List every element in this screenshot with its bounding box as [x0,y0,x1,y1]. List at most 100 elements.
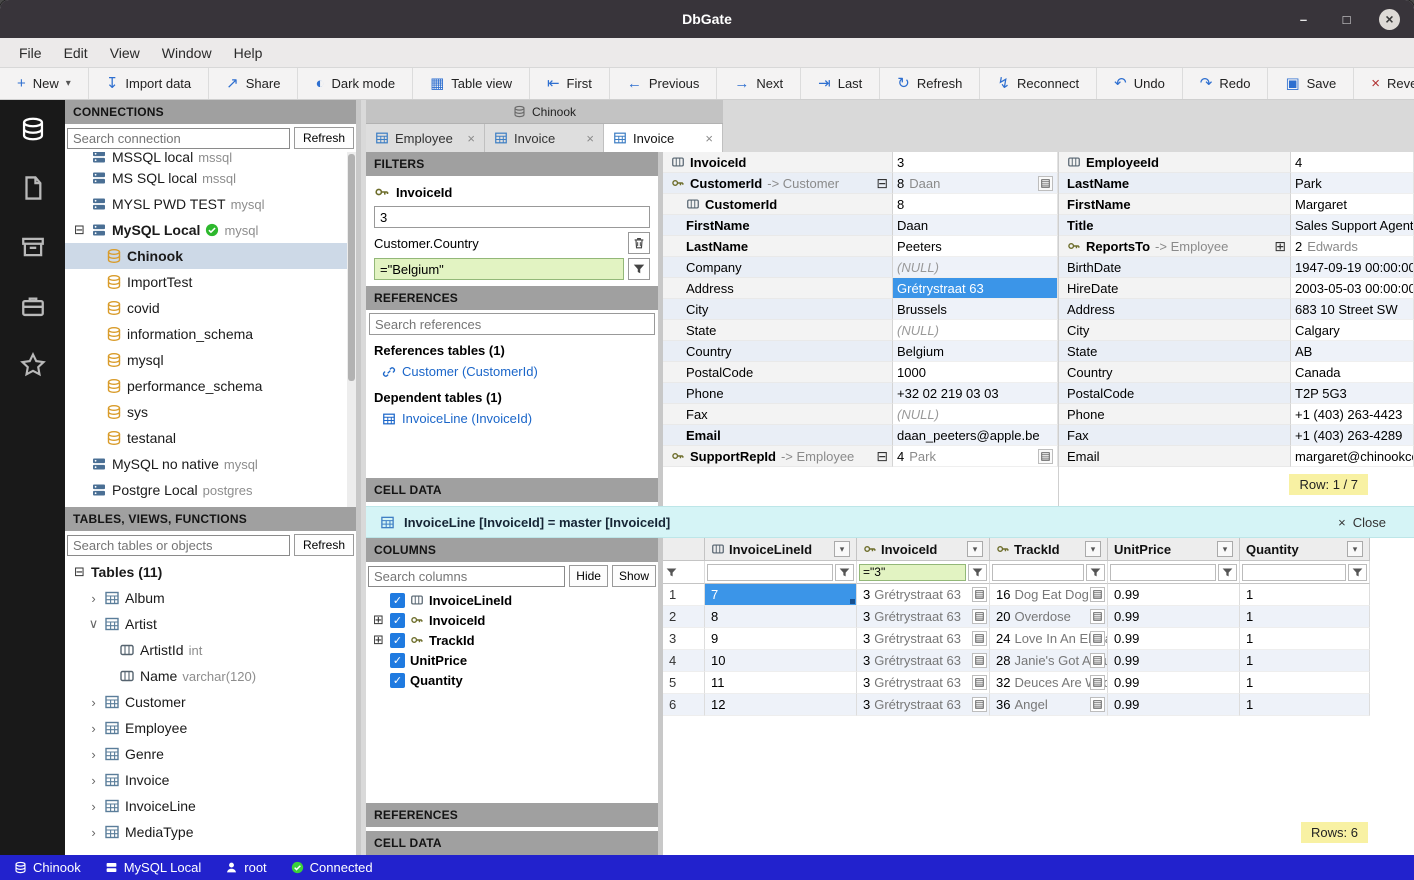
cell-trackid[interactable]: 32Deuces Are Wild [990,672,1108,694]
form-value-cell[interactable]: (NULL) [893,320,1058,341]
grid-row[interactable]: 4 10 3Grétrystraat 63 28Janie's Got A Gu… [663,650,1414,672]
cell-invoicelineid[interactable]: 11 [705,672,857,694]
filter-button[interactable] [968,564,987,581]
cell-trackid[interactable]: 36Angel [990,694,1108,716]
cell-invoicelineid[interactable]: 10 [705,650,857,672]
table-invoice[interactable]: › Invoice [65,767,356,793]
database-chinook[interactable]: Chinook [65,243,356,269]
chevron-icon[interactable]: › [88,721,99,736]
last-button[interactable]: ⇥ Last [801,68,880,99]
form-row[interactable]: FirstName Daan [663,215,1058,236]
cell-trackid[interactable]: 24Love In An Elevator [990,628,1108,650]
column-name[interactable]: Name varchar(120) [65,663,356,689]
open-reference-icon[interactable] [1090,587,1105,602]
form-value-cell[interactable]: 2003-05-03 00:00:00 [1291,278,1414,299]
connection-mysl-pwd-test[interactable]: MYSL PWD TEST mysql [65,191,356,217]
menu-item[interactable]: Edit [53,41,99,65]
filter-input-quantity[interactable] [1242,564,1346,581]
form-value-cell[interactable]: 8 Daan [893,173,1058,194]
table-mediatype[interactable]: › MediaType [65,819,356,845]
plugins-nav-icon[interactable] [20,293,46,319]
chevron-icon[interactable]: › [88,799,99,814]
cell-quantity[interactable]: 1 [1240,628,1370,650]
column-menu-button[interactable] [1085,541,1101,557]
previous-button[interactable]: ← Previous [610,68,718,99]
cell-unitprice[interactable]: 0.99 [1108,628,1240,650]
form-row[interactable]: EmployeeId 4 [1059,152,1414,173]
share-button[interactable]: ↗ Share [209,68,298,99]
form-row[interactable]: LastName Park [1059,173,1414,194]
column-artistid[interactable]: ArtistId int [65,637,356,663]
cell-unitprice[interactable]: 0.99 [1108,606,1240,628]
table-invoiceline[interactable]: › InvoiceLine [65,793,356,819]
filter-button[interactable] [1348,564,1367,581]
cell-quantity[interactable]: 1 [1240,694,1370,716]
form-row[interactable]: HireDate 2003-05-03 00:00:00 [1059,278,1414,299]
expand-toggle[interactable]: ⊟ [73,222,86,238]
column-item-trackid[interactable]: ⊞ TrackId [366,630,658,650]
database-importtest[interactable]: ImportTest [65,269,356,295]
cell-invoiceid[interactable]: 3Grétrystraat 63 [857,650,990,672]
search-connection-input[interactable] [67,128,290,149]
cell-quantity[interactable]: 1 [1240,672,1370,694]
form-value-cell[interactable]: Belgium [893,341,1058,362]
close-window-button[interactable]: × [1379,9,1400,30]
show-columns-button[interactable]: Show [612,565,656,587]
form-value-cell[interactable]: 4 [1291,152,1414,173]
status-connection[interactable]: MySQL Local [105,860,202,875]
tab-close-icon[interactable]: × [467,131,475,146]
files-nav-icon[interactable] [20,175,46,201]
reference-link-customer[interactable]: Customer (CustomerId) [369,361,655,382]
form-row[interactable]: City Brussels [663,299,1058,320]
menu-item[interactable]: View [99,41,151,65]
archive-nav-icon[interactable] [20,234,46,260]
chevron-icon[interactable]: › [88,747,99,762]
tab-employee[interactable]: Employee × [366,124,485,152]
status-user[interactable]: root [225,860,266,875]
cell-unitprice[interactable]: 0.99 [1108,694,1240,716]
form-row[interactable]: Phone +32 02 219 03 03 [663,383,1058,404]
form-row[interactable]: Phone +1 (403) 263-4423 [1059,404,1414,425]
form-row[interactable]: PostalCode T2P 5G3 [1059,383,1414,404]
form-value-cell[interactable]: +32 02 219 03 03 [893,383,1058,404]
form-value-cell[interactable]: Peeters [893,236,1058,257]
chevron-icon[interactable]: › [88,695,99,710]
cell-trackid[interactable]: 16Dog Eat Dog [990,584,1108,606]
next-button[interactable]: → Next [717,68,801,99]
form-value-cell[interactable]: Grétrystraat 63 [893,278,1058,299]
filter-button[interactable] [835,564,854,581]
form-value-cell[interactable]: 683 10 Street SW [1291,299,1414,320]
filter-input-invoicelineid[interactable] [707,564,833,581]
form-row[interactable]: PostalCode 1000 [663,362,1058,383]
form-value-cell[interactable]: Daan [893,215,1058,236]
form-row[interactable]: Country Belgium [663,341,1058,362]
open-reference-icon[interactable] [1038,449,1053,464]
open-reference-icon[interactable] [972,697,987,712]
form-row[interactable]: CustomerId 8 [663,194,1058,215]
form-value-cell[interactable]: Sales Support Agent [1291,215,1414,236]
chevron-icon[interactable]: › [88,825,99,840]
column-item-invoicelineid[interactable]: InvoiceLineId [366,590,658,610]
import-data-button[interactable]: ↧ Import data [89,68,209,99]
grid-row[interactable]: 5 11 3Grétrystraat 63 32Deuces Are Wild [663,672,1414,694]
refresh-connections-button[interactable]: Refresh [294,127,354,149]
form-row[interactable]: Email margaret@chinookcorp.com [1059,446,1414,467]
column-menu-button[interactable] [1347,541,1363,557]
expand-toggle[interactable]: ⊞ [1274,238,1286,255]
cell-invoiceid[interactable]: 3Grétrystraat 63 [857,672,990,694]
filter-button[interactable] [1218,564,1237,581]
column-menu-button[interactable] [967,541,983,557]
filter-country-input[interactable] [374,258,624,280]
cell-invoicelineid[interactable]: 8 [705,606,857,628]
open-reference-icon[interactable] [972,587,987,602]
form-row[interactable]: Title Sales Support Agent [1059,215,1414,236]
connection-mssql-local-clipped[interactable]: MSSQL local mssql [65,152,356,165]
search-columns-input[interactable] [368,566,565,587]
filter-button[interactable] [1086,564,1105,581]
form-row[interactable]: FirstName Margaret [1059,194,1414,215]
connections-scrollbar[interactable] [347,152,356,507]
open-reference-icon[interactable] [972,653,987,668]
form-row[interactable]: Address Grétrystraat 63 [663,278,1058,299]
expand-toggle[interactable]: ⊟ [876,448,888,465]
cell-trackid[interactable]: 28Janie's Got A Gun [990,650,1108,672]
